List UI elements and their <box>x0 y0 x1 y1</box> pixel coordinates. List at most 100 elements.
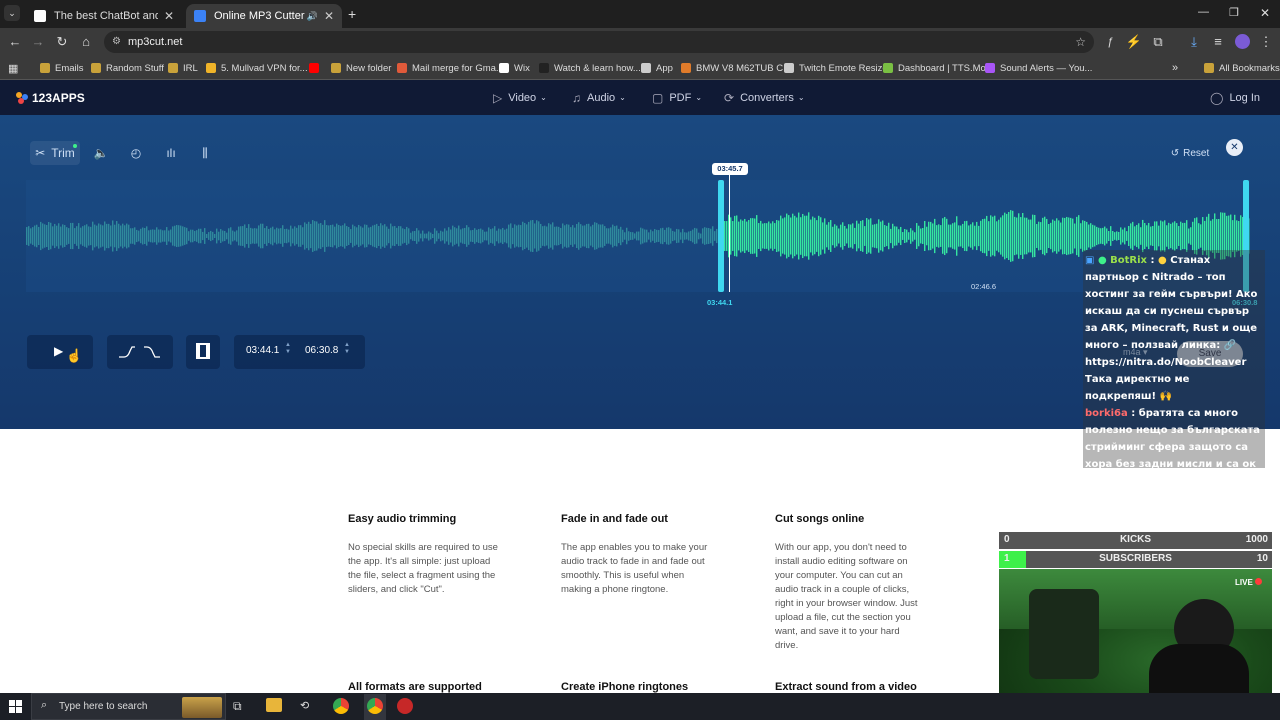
tab-search-button[interactable]: ⌄ <box>4 5 20 21</box>
apps-grid-icon[interactable]: ▦ <box>8 60 18 76</box>
fade-out-icon[interactable] <box>143 345 161 359</box>
waveform-bar <box>510 223 512 249</box>
bookmark-item[interactable]: Random Stuff <box>91 60 164 76</box>
logo[interactable]: 123APPS <box>16 91 85 105</box>
waveform-bar <box>590 226 592 246</box>
extension-fx-icon[interactable]: ƒ <box>1101 33 1119 51</box>
forward-icon[interactable]: → <box>29 33 47 51</box>
download-icon[interactable]: ⤓ <box>1185 33 1203 51</box>
site-info-icon[interactable]: ⚙ <box>112 31 121 53</box>
waveform-bar <box>660 228 662 244</box>
extensions-puzzle-icon[interactable]: ⧉ <box>1149 33 1167 51</box>
close-window-button[interactable]: ✕ <box>1260 6 1270 20</box>
back-icon[interactable]: ← <box>6 33 24 51</box>
start-time-stepper[interactable]: ▲ ▼ <box>285 342 291 356</box>
tab-close-icon[interactable]: ✕ <box>164 9 174 23</box>
play-button[interactable]: ▶ ☝ <box>27 335 93 369</box>
bookmark-item[interactable]: New folder <box>331 60 391 76</box>
waveform-bar <box>90 226 92 246</box>
menu-converters[interactable]: ⟳ Converters ⌄ <box>724 80 805 115</box>
end-time-stepper[interactable]: ▲ ▼ <box>344 342 350 356</box>
waveform-bar <box>554 226 556 246</box>
waveform-bar <box>950 224 952 248</box>
restore-button[interactable]: ❐ <box>1229 6 1239 19</box>
home-icon[interactable]: ⌂ <box>77 33 95 51</box>
waveform-bar <box>308 221 310 251</box>
bookmark-item[interactable]: IRL <box>168 60 198 76</box>
bookmark-item[interactable]: Mail merge for Gma... <box>397 60 504 76</box>
speed-tool-button[interactable]: ◴ <box>125 141 147 165</box>
speaker-icon[interactable]: 🔊 <box>307 11 318 22</box>
waveform-bar <box>694 227 696 245</box>
chrome-icon[interactable] <box>367 698 383 714</box>
split-button[interactable] <box>186 335 220 369</box>
tab-chatbot[interactable]: The best ChatBot and Widgets ✕ <box>26 4 182 28</box>
volume-tool-button[interactable]: 🔈 <box>90 141 112 165</box>
waveform-bar <box>916 223 918 249</box>
start-handle[interactable] <box>718 180 724 292</box>
bookmark-item[interactable]: Sound Alerts — You... <box>985 60 1092 76</box>
pitch-tool-button[interactable]: ılı <box>160 141 182 165</box>
waveform-bar <box>524 222 526 250</box>
bookmark-item[interactable]: Dashboard | TTS.Mo... <box>883 60 994 76</box>
bookmark-item[interactable]: 5. Mullvad VPN for... <box>206 60 308 76</box>
task-view-icon[interactable]: ⧉ <box>233 699 242 714</box>
waveform-bar <box>442 231 444 241</box>
waveform-bar <box>990 215 992 257</box>
waveform-bar <box>376 223 378 249</box>
reload-icon[interactable]: ↻ <box>53 33 71 51</box>
waveform-bar <box>724 221 726 251</box>
bookmark-star-icon[interactable]: ☆ <box>1075 31 1086 53</box>
minimize-button[interactable]: — <box>1198 6 1209 18</box>
playhead[interactable] <box>729 175 730 292</box>
waveform-bar <box>334 226 336 246</box>
menu-audio[interactable]: ♫ Audio ⌄ <box>572 80 626 115</box>
waveform-bar <box>46 225 48 247</box>
logo-icon <box>16 91 29 105</box>
bookmark-item[interactable]: Twitch Emote Resizer <box>784 60 891 76</box>
equalizer-tool-button[interactable]: ⫼ <box>194 141 216 165</box>
extension-icon[interactable]: ⚡ <box>1125 33 1143 51</box>
bookmark-item[interactable]: Emails <box>40 60 84 76</box>
start-time-input[interactable]: 03:44.1 <box>246 345 279 356</box>
trim-tool-button[interactable]: ✂ Trim <box>30 141 80 165</box>
browser-menu-icon[interactable]: ⋮ <box>1257 33 1275 51</box>
obs-icon[interactable] <box>397 698 413 714</box>
waveform-bar <box>262 223 264 249</box>
waveform-bar <box>648 232 650 240</box>
tab-mp3cutter[interactable]: Online MP3 Cutter - Cut So 🔊 ✕ <box>186 4 342 28</box>
all-bookmarks[interactable]: All Bookmarks <box>1204 60 1280 76</box>
profile-avatar[interactable] <box>1235 34 1250 49</box>
waveform-bar <box>682 228 684 244</box>
tab-close-icon[interactable]: ✕ <box>324 9 334 23</box>
waveform-bar <box>450 229 452 243</box>
close-editor-button[interactable]: ✕ <box>1226 139 1243 156</box>
bookmark-item[interactable] <box>309 60 324 76</box>
media-control-icon[interactable]: ≡ <box>1209 33 1227 51</box>
app-icon[interactable]: ⟲ <box>300 699 309 712</box>
chrome-icon[interactable] <box>333 698 349 714</box>
taskbar-search[interactable]: ⌕ Type here to search <box>31 693 226 720</box>
reset-button[interactable]: ↺ Reset <box>1170 141 1210 165</box>
bookmark-item[interactable]: BMW V8 M62TUB C... <box>681 60 791 76</box>
waveform-bar <box>350 229 352 243</box>
menu-label: PDF <box>669 91 692 104</box>
fade-in-icon[interactable] <box>118 345 136 359</box>
more-bookmarks-icon[interactable]: » <box>1172 60 1178 76</box>
end-time-input[interactable]: 06:30.8 <box>305 345 338 356</box>
menu-pdf[interactable]: ▢ PDF ⌄ <box>652 80 702 115</box>
waveform-track[interactable] <box>26 180 1250 292</box>
waveform-bar <box>296 227 298 245</box>
waveform-bar <box>276 227 278 245</box>
waveform-bar <box>832 226 834 246</box>
login-link[interactable]: ◯ Log In <box>1210 80 1260 115</box>
bookmark-item[interactable]: App <box>641 60 673 76</box>
new-tab-button[interactable]: + <box>348 6 356 22</box>
address-bar[interactable]: ⚙ mp3cut.net ☆ <box>104 31 1094 53</box>
bookmark-item[interactable]: Wix <box>499 60 530 76</box>
menu-video[interactable]: ▷ Video ⌄ <box>493 80 547 115</box>
waveform-bar <box>146 226 148 246</box>
file-explorer-icon[interactable] <box>266 698 282 712</box>
windows-start-icon[interactable] <box>9 700 22 713</box>
bookmark-item[interactable]: Watch & learn how... <box>539 60 641 76</box>
